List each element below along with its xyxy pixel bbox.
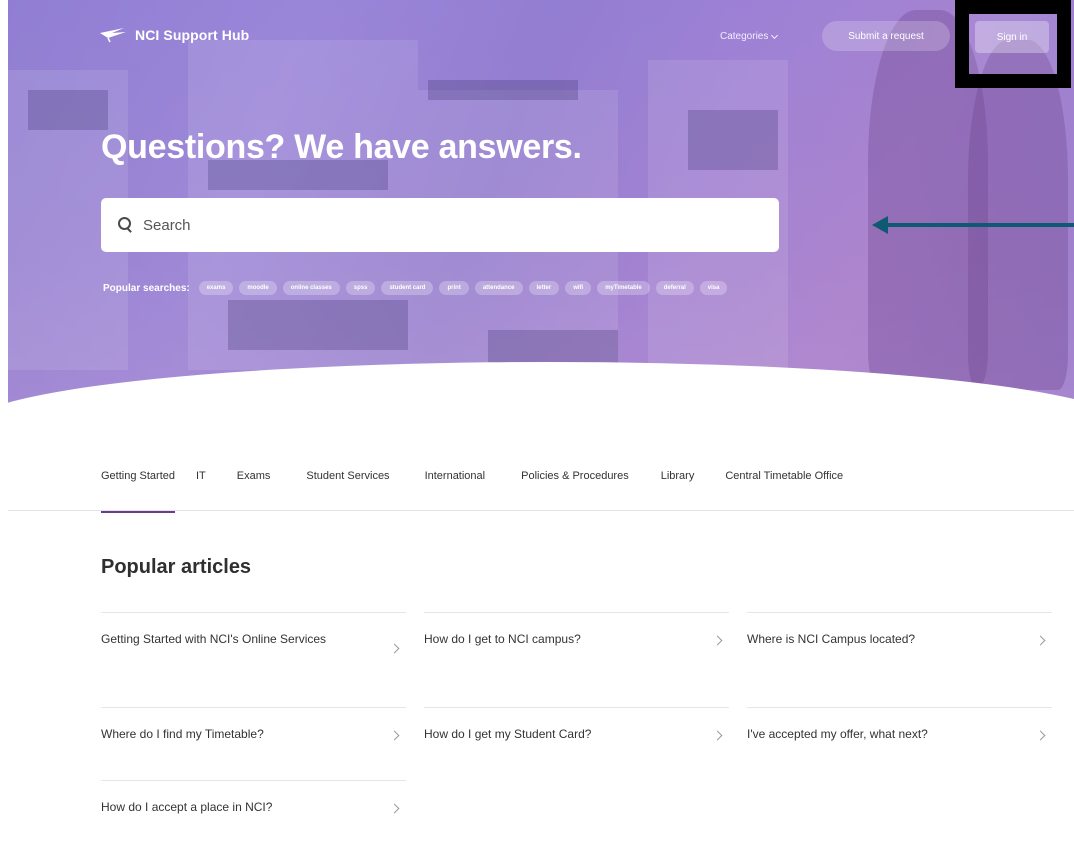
- chevron-right-icon: [1035, 635, 1046, 646]
- section-title: Popular articles: [101, 556, 252, 578]
- search-chip[interactable]: wifi: [565, 281, 592, 295]
- search-chip[interactable]: myTimetable: [597, 281, 650, 295]
- tab-student-services[interactable]: Student Services: [306, 470, 389, 513]
- search-chip[interactable]: student card: [381, 281, 434, 295]
- tab-exams[interactable]: Exams: [237, 470, 271, 513]
- chevron-right-icon: [712, 635, 723, 646]
- article-link[interactable]: How do I accept a place in NCI?: [101, 780, 406, 840]
- chevron-right-icon: [1035, 730, 1046, 741]
- arrow-shaft: [886, 223, 1074, 227]
- article-title: I've accepted my offer, what next?: [747, 727, 928, 741]
- search-chip[interactable]: deferral: [655, 281, 694, 295]
- search-chip[interactable]: moodle: [239, 281, 277, 295]
- brand-name: NCI Support Hub: [135, 27, 250, 43]
- search-icon: [118, 217, 134, 233]
- chevron-right-icon: [389, 803, 400, 814]
- submit-request-button[interactable]: Submit a request: [822, 21, 950, 51]
- chevron-down-icon: [771, 31, 779, 39]
- articles-column: Where is NCI Campus located? I've accept…: [747, 612, 1052, 780]
- article-link[interactable]: Where is NCI Campus located?: [747, 612, 1052, 707]
- article-title: How do I get my Student Card?: [424, 727, 592, 741]
- article-link[interactable]: I've accepted my offer, what next?: [747, 707, 1052, 780]
- categories-menu[interactable]: Categories: [720, 31, 779, 42]
- article-title: How do I accept a place in NCI?: [101, 800, 273, 814]
- tabs-divider: [8, 510, 1074, 511]
- chevron-right-icon: [712, 730, 723, 741]
- submit-request-label: Submit a request: [848, 30, 924, 42]
- popular-searches: Popular searches: exams moodle online cl…: [103, 281, 728, 295]
- popular-searches-label: Popular searches:: [103, 282, 190, 294]
- article-link[interactable]: How do I get to NCI campus?: [424, 612, 729, 707]
- tab-it[interactable]: IT: [196, 470, 206, 513]
- tab-getting-started[interactable]: Getting Started: [101, 470, 175, 513]
- search-chip[interactable]: attendance: [474, 281, 523, 295]
- tab-international[interactable]: International: [425, 470, 486, 513]
- article-link[interactable]: Getting Started with NCI's Online Servic…: [101, 612, 406, 707]
- sign-in-label: Sign in: [996, 31, 1028, 43]
- search-chip[interactable]: online classes: [282, 281, 340, 295]
- articles-column: How do I get to NCI campus? How do I get…: [424, 612, 729, 780]
- article-title: Where do I find my Timetable?: [101, 727, 264, 741]
- background-window: [688, 110, 778, 170]
- articles-column: Getting Started with NCI's Online Servic…: [101, 612, 406, 840]
- article-link[interactable]: How do I get my Student Card?: [424, 707, 729, 780]
- search-chip[interactable]: spss: [345, 281, 376, 295]
- search-input[interactable]: [143, 216, 743, 234]
- search-bar[interactable]: [101, 198, 779, 252]
- arrow-left-icon: [872, 214, 1074, 236]
- chevron-right-icon: [389, 730, 400, 741]
- search-chip[interactable]: visa: [699, 281, 728, 295]
- category-tabs: Getting Started IT Exams Student Service…: [101, 470, 843, 513]
- search-chip[interactable]: letter: [528, 281, 560, 295]
- article-title: Getting Started with NCI's Online Servic…: [101, 632, 327, 646]
- categories-label: Categories: [720, 31, 769, 42]
- tab-library[interactable]: Library: [661, 470, 695, 513]
- nci-logo-icon: [100, 28, 126, 43]
- background-window: [28, 90, 108, 130]
- tab-policies-procedures[interactable]: Policies & Procedures: [521, 470, 629, 513]
- background-window: [228, 300, 408, 350]
- sign-in-button[interactable]: Sign in: [975, 21, 1049, 53]
- chevron-right-icon: [389, 643, 400, 654]
- search-chip[interactable]: print: [439, 281, 469, 295]
- tab-central-timetable-office[interactable]: Central Timetable Office: [725, 470, 843, 513]
- search-chip[interactable]: exams: [198, 281, 234, 295]
- page-title: Questions? We have answers.: [101, 128, 582, 166]
- background-window: [428, 80, 578, 100]
- brand-link[interactable]: NCI Support Hub: [98, 27, 249, 43]
- article-link[interactable]: Where do I find my Timetable?: [101, 707, 406, 780]
- arrow-head: [872, 216, 888, 234]
- article-title: How do I get to NCI campus?: [424, 632, 581, 646]
- article-title: Where is NCI Campus located?: [747, 632, 916, 646]
